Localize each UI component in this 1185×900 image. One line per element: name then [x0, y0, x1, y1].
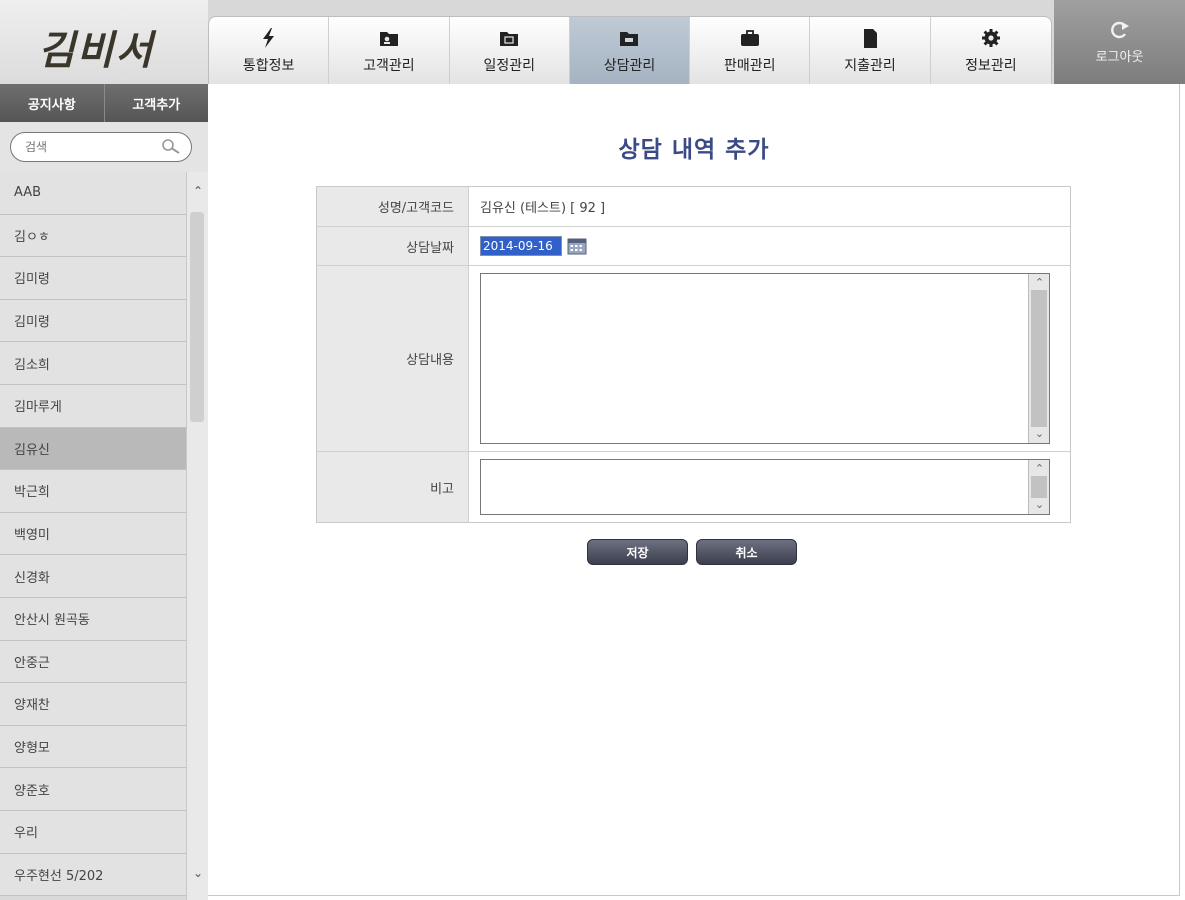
customer-list: AAB 김ㅇㅎ 김미령 김미령 김소희 김마루게 김유신 박근희 백영미 신경화…	[0, 172, 186, 900]
note-textarea[interactable]: ⌃ ⌄	[480, 459, 1050, 515]
list-item[interactable]: 신경화	[0, 555, 186, 598]
tab-label: 통합정보	[242, 57, 295, 74]
textarea-scrollbar[interactable]: ⌃ ⌄	[1028, 460, 1049, 514]
sidebar: 김비서 공지사항 고객추가 AAB 김ㅇㅎ 김미령 김미령 김소희 김마루게 김…	[0, 0, 208, 900]
date-label: 상담날짜	[317, 227, 469, 265]
nav-tabs: 통합정보 고객관리 일정관리 상담관리 판매관리 지출관리 정보관리	[208, 16, 1052, 84]
form-row-note: 비고 ⌃ ⌄	[317, 452, 1070, 522]
document-icon	[864, 28, 878, 48]
calendar-icon[interactable]	[567, 237, 587, 255]
scroll-thumb[interactable]	[1031, 290, 1047, 427]
scroll-thumb[interactable]	[190, 212, 204, 422]
list-item[interactable]: 김마루게	[0, 384, 186, 428]
tab-sales[interactable]: 판매관리	[690, 17, 811, 84]
form-row-content: 상담내용 ⌃ ⌄	[317, 266, 1070, 452]
list-item[interactable]: 김소희	[0, 342, 186, 385]
name-value: 김유신 (테스트) [ 92 ]	[480, 201, 606, 216]
tab-label: 고객관리	[363, 57, 415, 74]
page-title: 상담 내역 추가	[618, 137, 770, 163]
tab-label: 일정관리	[483, 57, 535, 74]
logout-icon	[1110, 21, 1129, 38]
form-buttons: 저장 취소	[587, 539, 797, 565]
search-input[interactable]	[25, 138, 160, 156]
date-value-cell: 2014-09-16	[469, 227, 1070, 265]
briefcase-icon	[740, 29, 759, 46]
list-scrollbar[interactable]: ⌃ ⌄	[186, 172, 208, 900]
form-row-date: 상담날짜 2014-09-16	[317, 227, 1070, 266]
tab-expense[interactable]: 지출관리	[810, 17, 931, 84]
content-value-cell: ⌃ ⌄	[469, 266, 1070, 451]
customer-folder-icon	[379, 31, 398, 46]
tab-schedule[interactable]: 일정관리	[450, 17, 570, 84]
top-bar: 통합정보 고객관리 일정관리 상담관리 판매관리 지출관리 정보관리 로그아웃	[208, 0, 1185, 84]
scroll-up-icon[interactable]: ⌃	[1029, 276, 1050, 290]
list-item[interactable]: 우주현선 5/202	[0, 853, 186, 897]
list-item[interactable]: 안산시 원곡동	[0, 597, 186, 641]
list-item[interactable]: 안중근	[0, 640, 186, 684]
list-item[interactable]: 김미령	[0, 257, 186, 300]
search-icon[interactable]	[161, 138, 181, 156]
list-item[interactable]: 양형모	[0, 725, 186, 769]
list-item-selected[interactable]: 김유신	[0, 427, 186, 471]
consultation-form: 성명/고객코드 김유신 (테스트) [ 92 ] 상담날짜 2014-09-16…	[316, 186, 1071, 523]
tab-consultation[interactable]: 상담관리	[569, 17, 691, 84]
list-item[interactable]: 김미령	[0, 299, 186, 343]
tab-customer[interactable]: 고객관리	[329, 17, 450, 84]
list-item[interactable]: 양준호	[0, 768, 186, 811]
lightning-icon	[262, 27, 274, 48]
scroll-thumb[interactable]	[1031, 476, 1047, 498]
list-item[interactable]: 김ㅇㅎ	[0, 214, 186, 258]
scroll-down-icon[interactable]: ⌄	[1029, 427, 1050, 441]
gear-icon	[981, 28, 1000, 47]
main-content: 상담 내역 추가 성명/고객코드 김유신 (테스트) [ 92 ] 상담날짜 2…	[208, 84, 1180, 896]
logo-text: 김비서	[38, 27, 155, 74]
logout-button[interactable]: 로그아웃	[1054, 0, 1185, 84]
note-label: 비고	[317, 452, 469, 522]
notice-button[interactable]: 공지사항	[0, 84, 105, 122]
logout-label: 로그아웃	[1095, 49, 1144, 65]
list-item[interactable]: 양재찬	[0, 683, 186, 726]
content-label: 상담내용	[317, 266, 469, 451]
content-textarea[interactable]: ⌃ ⌄	[480, 273, 1050, 444]
tab-label: 지출관리	[844, 57, 896, 74]
scroll-up-icon[interactable]: ⌃	[187, 184, 209, 202]
consult-folder-icon	[620, 31, 639, 46]
tab-integrated-info[interactable]: 통합정보	[209, 17, 330, 84]
note-value-cell: ⌃ ⌄	[469, 452, 1070, 522]
scroll-down-icon[interactable]: ⌄	[1029, 498, 1050, 512]
form-row-name: 성명/고객코드 김유신 (테스트) [ 92 ]	[317, 187, 1070, 227]
tab-info[interactable]: 정보관리	[931, 17, 1051, 84]
list-item[interactable]: 박근희	[0, 470, 186, 513]
add-customer-button[interactable]: 고객추가	[104, 84, 208, 122]
scroll-down-icon[interactable]: ⌄	[187, 866, 209, 884]
list-item[interactable]: 백영미	[0, 512, 186, 556]
date-input[interactable]: 2014-09-16	[480, 236, 562, 256]
list-item[interactable]: 우리	[0, 810, 186, 854]
tab-label: 상담관리	[603, 57, 656, 74]
schedule-folder-icon	[500, 31, 519, 46]
save-button[interactable]: 저장	[587, 539, 688, 565]
logo: 김비서	[0, 0, 208, 84]
scroll-up-icon[interactable]: ⌃	[1029, 462, 1050, 476]
textarea-scrollbar[interactable]: ⌃ ⌄	[1028, 274, 1049, 443]
search-box[interactable]	[10, 132, 192, 162]
name-label: 성명/고객코드	[317, 187, 469, 226]
search-area	[0, 122, 208, 172]
cancel-button[interactable]: 취소	[696, 539, 797, 565]
list-item[interactable]: AAB	[0, 172, 186, 215]
tab-label: 판매관리	[724, 57, 776, 74]
sidebar-buttons: 공지사항 고객추가	[0, 84, 208, 122]
tab-label: 정보관리	[965, 57, 1017, 74]
